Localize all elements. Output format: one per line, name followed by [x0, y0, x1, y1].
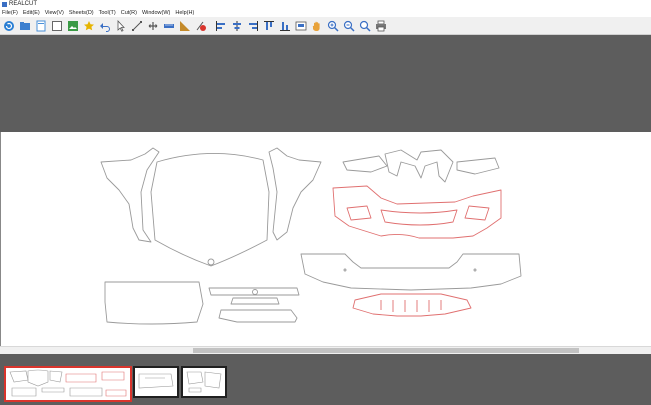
app-logo-icon: [2, 2, 7, 7]
app-title: REALCUT: [9, 1, 38, 7]
print-icon: [375, 20, 386, 31]
blank-page-button[interactable]: [50, 19, 63, 32]
rear-bumper-hole-right: [473, 268, 477, 272]
grille-emblem-mark: [252, 289, 258, 295]
node-edit-icon: [131, 20, 142, 31]
print-button[interactable]: [374, 19, 387, 32]
rear-diffuser-piece[interactable]: [352, 293, 472, 317]
undo-icon: [99, 22, 110, 32]
right-fender-piece[interactable]: [268, 147, 322, 241]
sheet-2-preview: [138, 373, 174, 389]
refresh-icon: [3, 20, 14, 31]
sheet-thumbnail-3[interactable]: [181, 366, 227, 398]
zoom-fit-icon: [359, 20, 371, 32]
align-top-icon: [263, 20, 274, 30]
blank-page-icon: [51, 20, 62, 31]
menu-window[interactable]: Window(W): [140, 9, 173, 17]
menu-cut[interactable]: Cut(R): [119, 9, 140, 17]
zoom-out-button[interactable]: [342, 19, 355, 32]
align-left-button[interactable]: [214, 19, 227, 32]
front-bumper-center-grille[interactable]: [380, 209, 458, 226]
workspace-background: [0, 35, 651, 132]
triangle-ruler-button[interactable]: [178, 19, 191, 32]
triangle-ruler-icon: [179, 20, 190, 31]
align-right-button[interactable]: [246, 19, 259, 32]
distribute-icon: [295, 21, 306, 30]
transform-button[interactable]: [146, 19, 159, 32]
select-button[interactable]: [114, 19, 127, 32]
pan-hand-icon: [312, 21, 320, 31]
hood-emblem-mark: [207, 258, 215, 266]
align-center-button[interactable]: [230, 19, 243, 32]
sheet-thumbnail-strip: [0, 354, 651, 402]
zoom-fit-button[interactable]: [358, 19, 371, 32]
measure-icon: [163, 23, 174, 28]
menu-help[interactable]: Help(H): [173, 9, 197, 17]
left-headlight-trim-piece[interactable]: [342, 155, 388, 173]
pan-button[interactable]: [310, 19, 323, 32]
rear-bumper-piece[interactable]: [300, 253, 522, 291]
title-bar: REALCUT: [0, 0, 651, 9]
star-icon: [83, 20, 94, 30]
measure-button[interactable]: [162, 19, 175, 32]
new-icon: [36, 20, 45, 31]
front-bumper-left-intake[interactable]: [346, 205, 372, 221]
scrollbar-thumb[interactable]: [193, 348, 579, 353]
sheet-thumbnail-1[interactable]: [4, 366, 132, 402]
menu-file[interactable]: File(F): [0, 9, 21, 17]
delete-node-button[interactable]: [194, 19, 207, 32]
align-top-button[interactable]: [262, 19, 275, 32]
distribute-button[interactable]: [294, 19, 307, 32]
import-image-icon: [67, 20, 78, 31]
horizontal-scrollbar[interactable]: [0, 346, 651, 354]
delete-node-icon: [196, 21, 206, 31]
right-headlight-trim-piece[interactable]: [456, 157, 500, 175]
license-plate-panel-piece[interactable]: [218, 309, 298, 323]
menu-tool[interactable]: Tool(T): [97, 9, 119, 17]
menu-edit[interactable]: Edit(E): [21, 9, 43, 17]
design-canvas[interactable]: [0, 132, 651, 346]
node-edit-button[interactable]: [130, 19, 143, 32]
menu-sheets[interactable]: Sheets(D): [67, 9, 97, 17]
rear-diffuser-fins: [380, 300, 442, 312]
trunk-lid-piece[interactable]: [104, 281, 204, 325]
refresh-button[interactable]: [2, 19, 15, 32]
open-icon: [19, 21, 30, 30]
new-button[interactable]: [34, 19, 47, 32]
align-center-icon: [232, 20, 241, 31]
undo-button[interactable]: [98, 19, 111, 32]
align-right-icon: [248, 20, 258, 31]
align-left-icon: [215, 20, 225, 31]
lower-trim-piece[interactable]: [230, 297, 280, 305]
menu-bar: File(F) Edit(E) View(V) Sheets(D) Tool(T) Cut…: [0, 9, 651, 17]
favorite-button[interactable]: [82, 19, 95, 32]
grille-surround-piece[interactable]: [384, 149, 454, 183]
toolbar: [0, 17, 651, 35]
open-button[interactable]: [18, 19, 31, 32]
rear-bumper-hole-left: [343, 268, 347, 272]
hood-piece[interactable]: [150, 153, 270, 267]
red-pattern-parts: [332, 185, 502, 317]
zoom-out-icon: [343, 20, 355, 32]
align-bottom-button[interactable]: [278, 19, 291, 32]
import-image-button[interactable]: [66, 19, 79, 32]
pointer-icon: [117, 19, 125, 32]
transform-icon: [148, 21, 157, 30]
pattern-drawing: [100, 147, 522, 325]
menu-view[interactable]: View(V): [43, 9, 67, 17]
align-bottom-icon: [279, 21, 290, 31]
front-bumper-piece[interactable]: [332, 185, 502, 239]
zoom-in-icon: [327, 20, 339, 32]
zoom-in-button[interactable]: [326, 19, 339, 32]
sheet-3-preview: [186, 371, 222, 393]
sheet-1-preview: [9, 369, 127, 397]
sheet-thumbnail-2[interactable]: [133, 366, 179, 398]
front-bumper-right-intake[interactable]: [464, 205, 490, 221]
left-fender-piece[interactable]: [100, 147, 160, 243]
